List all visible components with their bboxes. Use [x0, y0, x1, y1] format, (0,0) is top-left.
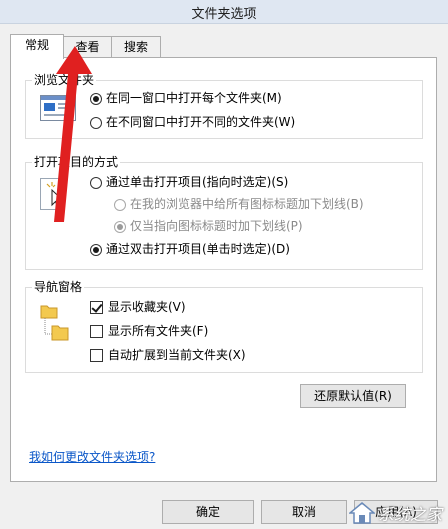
radio-icon[interactable]: [90, 176, 102, 189]
tab-view[interactable]: 查看: [63, 36, 112, 58]
radio-icon[interactable]: [90, 116, 102, 129]
browse-folders-group: 浏览文件夹 在同一窗口中打开每个文件夹(M) 在不同窗口中打开不同的文件夹(W): [25, 73, 423, 139]
open-new-window-label: 在不同窗口中打开不同的文件夹(W): [106, 115, 296, 129]
help-link[interactable]: 我如何更改文件夹选项?: [29, 448, 155, 465]
navigation-pane-title: 导航窗格: [32, 280, 85, 294]
single-click-label: 通过单击打开项目(指向时选定)(S): [106, 175, 289, 189]
open-same-window-label: 在同一窗口中打开每个文件夹(M): [106, 91, 282, 105]
underline-always-option[interactable]: 在我的浏览器中给所有图标标题加下划线(B): [114, 197, 364, 212]
radio-icon[interactable]: [114, 198, 126, 211]
underline-hover-label: 仅当指向图标标题时加下划线(P): [130, 219, 303, 233]
show-favorites-label: 显示收藏夹(V): [108, 300, 186, 314]
restore-defaults-button[interactable]: 还原默认值(R): [300, 384, 406, 408]
underline-always-label: 在我的浏览器中给所有图标标题加下划线(B): [130, 197, 364, 211]
house-logo-icon: [348, 502, 375, 524]
open-same-window-option[interactable]: 在同一窗口中打开每个文件夹(M): [90, 91, 282, 106]
title-bar: 文件夹选项: [0, 0, 448, 24]
general-tab-panel: 浏览文件夹 在同一窗口中打开每个文件夹(M) 在不同窗口中打开不同的文件夹(W)…: [10, 57, 437, 482]
underline-hover-option[interactable]: 仅当指向图标标题时加下划线(P): [114, 219, 303, 234]
tab-search-label: 搜索: [123, 40, 148, 54]
ok-button[interactable]: 确定: [162, 500, 254, 524]
show-favorites-option[interactable]: 显示收藏夹(V): [90, 300, 186, 315]
open-new-window-option[interactable]: 在不同窗口中打开不同的文件夹(W): [90, 115, 295, 130]
watermark: 系统之家: [348, 501, 442, 525]
radio-icon[interactable]: [114, 220, 126, 233]
tab-search[interactable]: 搜索: [111, 36, 161, 58]
window-title: 文件夹选项: [191, 7, 257, 22]
watermark-text: 系统之家: [377, 505, 442, 524]
tab-view-label: 查看: [75, 40, 100, 54]
click-items-title: 打开项目的方式: [32, 155, 121, 169]
radio-icon[interactable]: [90, 243, 102, 256]
cancel-button[interactable]: 取消: [261, 500, 347, 524]
radio-icon[interactable]: [90, 92, 102, 105]
navigation-pane-group: 导航窗格 显示收藏夹(V) 显示所有文件夹(F) 自动扩展到当前文件夹(X): [25, 280, 423, 373]
window-icon: [40, 95, 76, 121]
auto-expand-label: 自动扩展到当前文件夹(X): [108, 348, 246, 362]
checkbox-icon[interactable]: [90, 325, 103, 338]
show-all-folders-option[interactable]: 显示所有文件夹(F): [90, 324, 208, 339]
checkbox-icon[interactable]: [90, 349, 103, 362]
tab-general-label: 常规: [24, 38, 49, 52]
tab-general[interactable]: 常规: [10, 34, 64, 59]
show-all-folders-label: 显示所有文件夹(F): [108, 324, 209, 338]
browse-folders-title: 浏览文件夹: [32, 73, 97, 87]
cursor-page-icon: [40, 178, 65, 210]
click-items-group: 打开项目的方式 通过单击打开项目(指向时选定)(S) 在我的浏览器中给所有图标标…: [25, 155, 423, 270]
single-click-option[interactable]: 通过单击打开项目(指向时选定)(S): [90, 175, 288, 190]
folder-tree-icon: [40, 305, 69, 341]
checkbox-icon[interactable]: [90, 301, 103, 314]
double-click-option[interactable]: 通过双击打开项目(单击时选定)(D): [90, 242, 290, 257]
auto-expand-option[interactable]: 自动扩展到当前文件夹(X): [90, 348, 246, 363]
double-click-label: 通过双击打开项目(单击时选定)(D): [106, 242, 290, 256]
